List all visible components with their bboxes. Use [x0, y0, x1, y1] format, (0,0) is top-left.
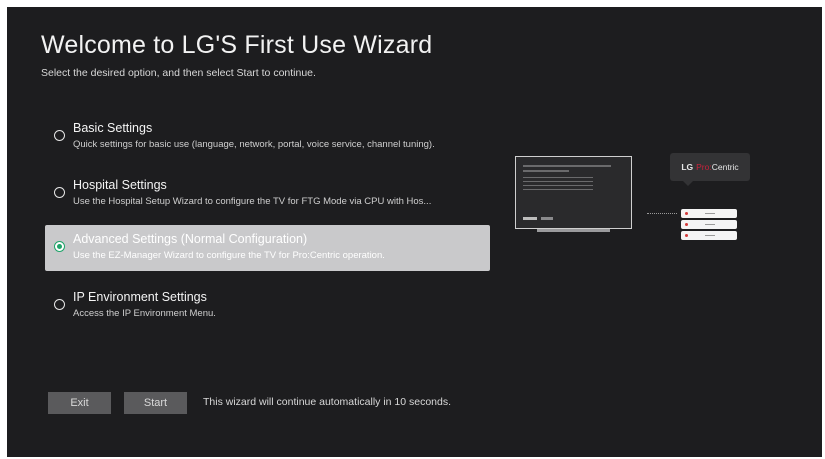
option-title: Advanced Settings (Normal Configuration): [73, 232, 308, 246]
option-description: Access the IP Environment Menu.: [73, 308, 216, 319]
option-hospital-settings[interactable]: Hospital Settings Use the Hospital Setup…: [45, 171, 490, 217]
option-basic-settings[interactable]: Basic Settings Quick settings for basic …: [45, 114, 490, 160]
logo-callout-tail: [683, 181, 693, 186]
tv-text-line: [523, 177, 593, 178]
procentric-logo: LG Pro: Centric: [670, 153, 750, 181]
option-title: IP Environment Settings: [73, 290, 207, 304]
procentric-illustration: LG Pro: Centric: [507, 147, 767, 247]
option-title: Basic Settings: [73, 121, 153, 135]
start-button[interactable]: Start: [124, 392, 187, 414]
tv-text-line: [523, 189, 593, 190]
tv-button-shape: [523, 217, 537, 220]
radio-selected-icon[interactable]: [54, 241, 65, 252]
tv-text-line: [523, 185, 593, 186]
option-title: Hospital Settings: [73, 178, 167, 192]
page-subtitle: Select the desired option, and then sele…: [41, 67, 316, 79]
logo-lg-text: LG: [681, 162, 694, 172]
server-stack-icon: [681, 220, 737, 229]
option-advanced-settings[interactable]: Advanced Settings (Normal Configuration)…: [45, 225, 490, 271]
radio-empty-icon[interactable]: [54, 130, 65, 141]
tv-stand: [537, 229, 610, 232]
option-description: Quick settings for basic use (language, …: [73, 139, 435, 150]
tv-illustration-icon: [515, 156, 632, 229]
radio-empty-icon[interactable]: [54, 299, 65, 310]
logo-pro-text: Pro:: [696, 162, 712, 172]
option-ip-environment-settings[interactable]: IP Environment Settings Access the IP En…: [45, 283, 490, 329]
countdown-text: This wizard will continue automatically …: [203, 396, 452, 408]
tv-text-line: [523, 181, 593, 182]
tv-text-line: [523, 165, 611, 167]
connection-dots: [647, 213, 677, 214]
exit-button[interactable]: Exit: [48, 392, 111, 414]
option-description: Use the Hospital Setup Wizard to configu…: [73, 196, 432, 207]
option-description: Use the EZ-Manager Wizard to configure t…: [73, 250, 385, 261]
server-stack-icon: [681, 209, 737, 218]
tv-text-line: [523, 170, 569, 172]
radio-empty-icon[interactable]: [54, 187, 65, 198]
server-stack-icon: [681, 231, 737, 240]
tv-button-shape: [541, 217, 553, 220]
page-title: Welcome to LG'S First Use Wizard: [41, 31, 433, 59]
logo-centric-text: Centric: [711, 162, 739, 172]
wizard-screen: Welcome to LG'S First Use Wizard Select …: [7, 7, 822, 457]
